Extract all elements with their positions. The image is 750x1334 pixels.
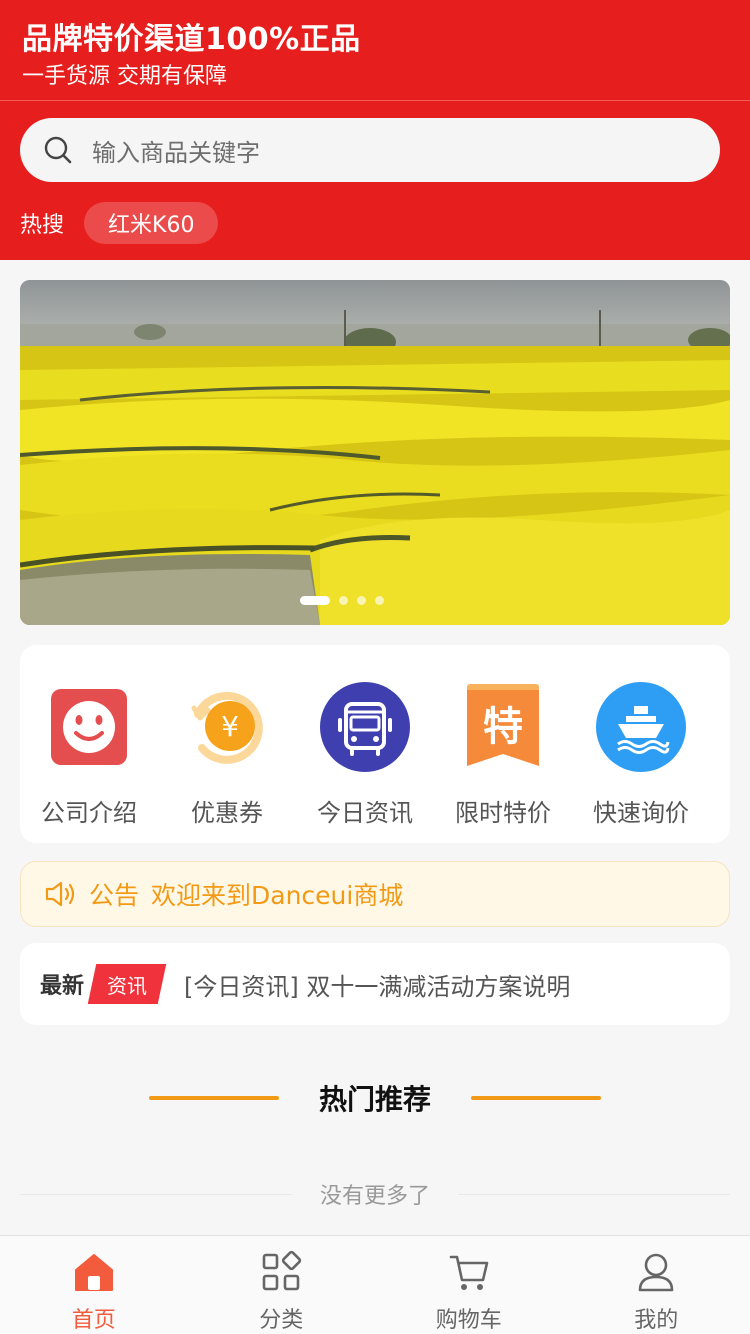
tab-label: 分类 [259,1308,304,1333]
coupon-yen-icon: ¥ [191,691,263,764]
carousel-indicator [300,596,384,605]
carousel-dot[interactable] [375,596,384,605]
section-title-line-left [148,1096,279,1100]
entry-label: 今日资讯 [317,799,413,827]
list-end-text: 没有更多了 [320,1184,431,1209]
tab-category[interactable]: 分类 [188,1236,376,1334]
notice-text: 欢迎来到Danceui商城 [151,881,404,910]
carousel-dot-active[interactable] [300,596,330,605]
hot-search-chip[interactable]: 红米K60 [84,202,219,244]
cart-icon [449,1255,489,1290]
entry-label: 快速询价 [593,799,689,827]
banner-image [20,280,730,625]
speaker-icon [45,881,75,907]
entry-limited-sale[interactable]: 特 限时特价 [434,645,572,843]
svg-text:¥: ¥ [221,710,239,743]
search-bar[interactable]: 输入商品关键字 [20,118,720,182]
news-headline[interactable]: [今日资讯] 双十一满减活动方案说明 [184,967,570,1002]
notice-tag: 公告 [89,881,140,910]
section-title-line-right [471,1096,601,1100]
tab-cart[interactable]: 购物车 [375,1236,563,1334]
header-subtitle: 一手货源 交期有保障 [22,64,227,89]
section-title-hot: 热门推荐 [0,1078,750,1118]
svg-text:特: 特 [483,704,523,750]
header: 品牌特价渠道100%正品 一手货源 交期有保障 输入商品关键字 热搜 红米K60 [0,0,750,260]
news-latest-label: 最新 [40,974,85,999]
tab-label: 首页 [71,1308,116,1333]
bus-icon [320,682,410,772]
entry-coupon[interactable]: ¥ 优惠券 [158,645,296,843]
tab-label: 我的 [634,1308,679,1333]
tab-profile[interactable]: 我的 [563,1236,750,1334]
hot-search-label: 热搜 [20,213,65,238]
tab-home[interactable]: 首页 [0,1236,188,1334]
smiley-icon [51,689,127,765]
divider [20,1193,292,1195]
home-icon [74,1254,113,1291]
news-badge: 资讯 [92,964,162,1004]
news-ticker[interactable]: 最新 资讯 [今日资讯] 双十一满减活动方案说明 [20,943,730,1025]
user-icon [638,1253,674,1292]
carousel-dot[interactable] [339,596,348,605]
search-icon [44,136,72,164]
bottom-tab-bar: 首页 分类 购物车 我的 [0,1235,750,1334]
entry-label: 公司介绍 [41,799,137,827]
notice-bar[interactable]: 公告 欢迎来到Danceui商城 [20,861,730,927]
list-end-indicator: 没有更多了 [20,1176,731,1212]
entry-today-news[interactable]: 今日资讯 [296,645,434,843]
entry-company-intro[interactable]: 公司介绍 [20,645,158,843]
header-divider [0,100,750,101]
section-title-text: 热门推荐 [318,1083,431,1116]
quick-entry-grid: 公司介绍 ¥ 优惠券 今日资讯 特 限时特价 快速询价 [20,645,730,843]
entry-label: 优惠券 [191,799,263,827]
hot-search: 热搜 红米K60 [20,202,219,244]
news-badge-text: 资讯 [107,973,148,998]
search-input-placeholder[interactable]: 输入商品关键字 [92,133,260,168]
tab-label: 购物车 [435,1308,502,1333]
ship-icon [596,682,686,772]
banner-carousel[interactable] [20,280,730,625]
category-icon [262,1250,302,1291]
entry-label: 限时特价 [455,799,551,827]
special-price-icon: 特 [467,684,539,766]
divider [458,1193,731,1195]
carousel-dot[interactable] [357,596,366,605]
entry-quick-inquiry[interactable]: 快速询价 [572,645,710,843]
header-title: 品牌特价渠道100%正品 [22,22,361,57]
